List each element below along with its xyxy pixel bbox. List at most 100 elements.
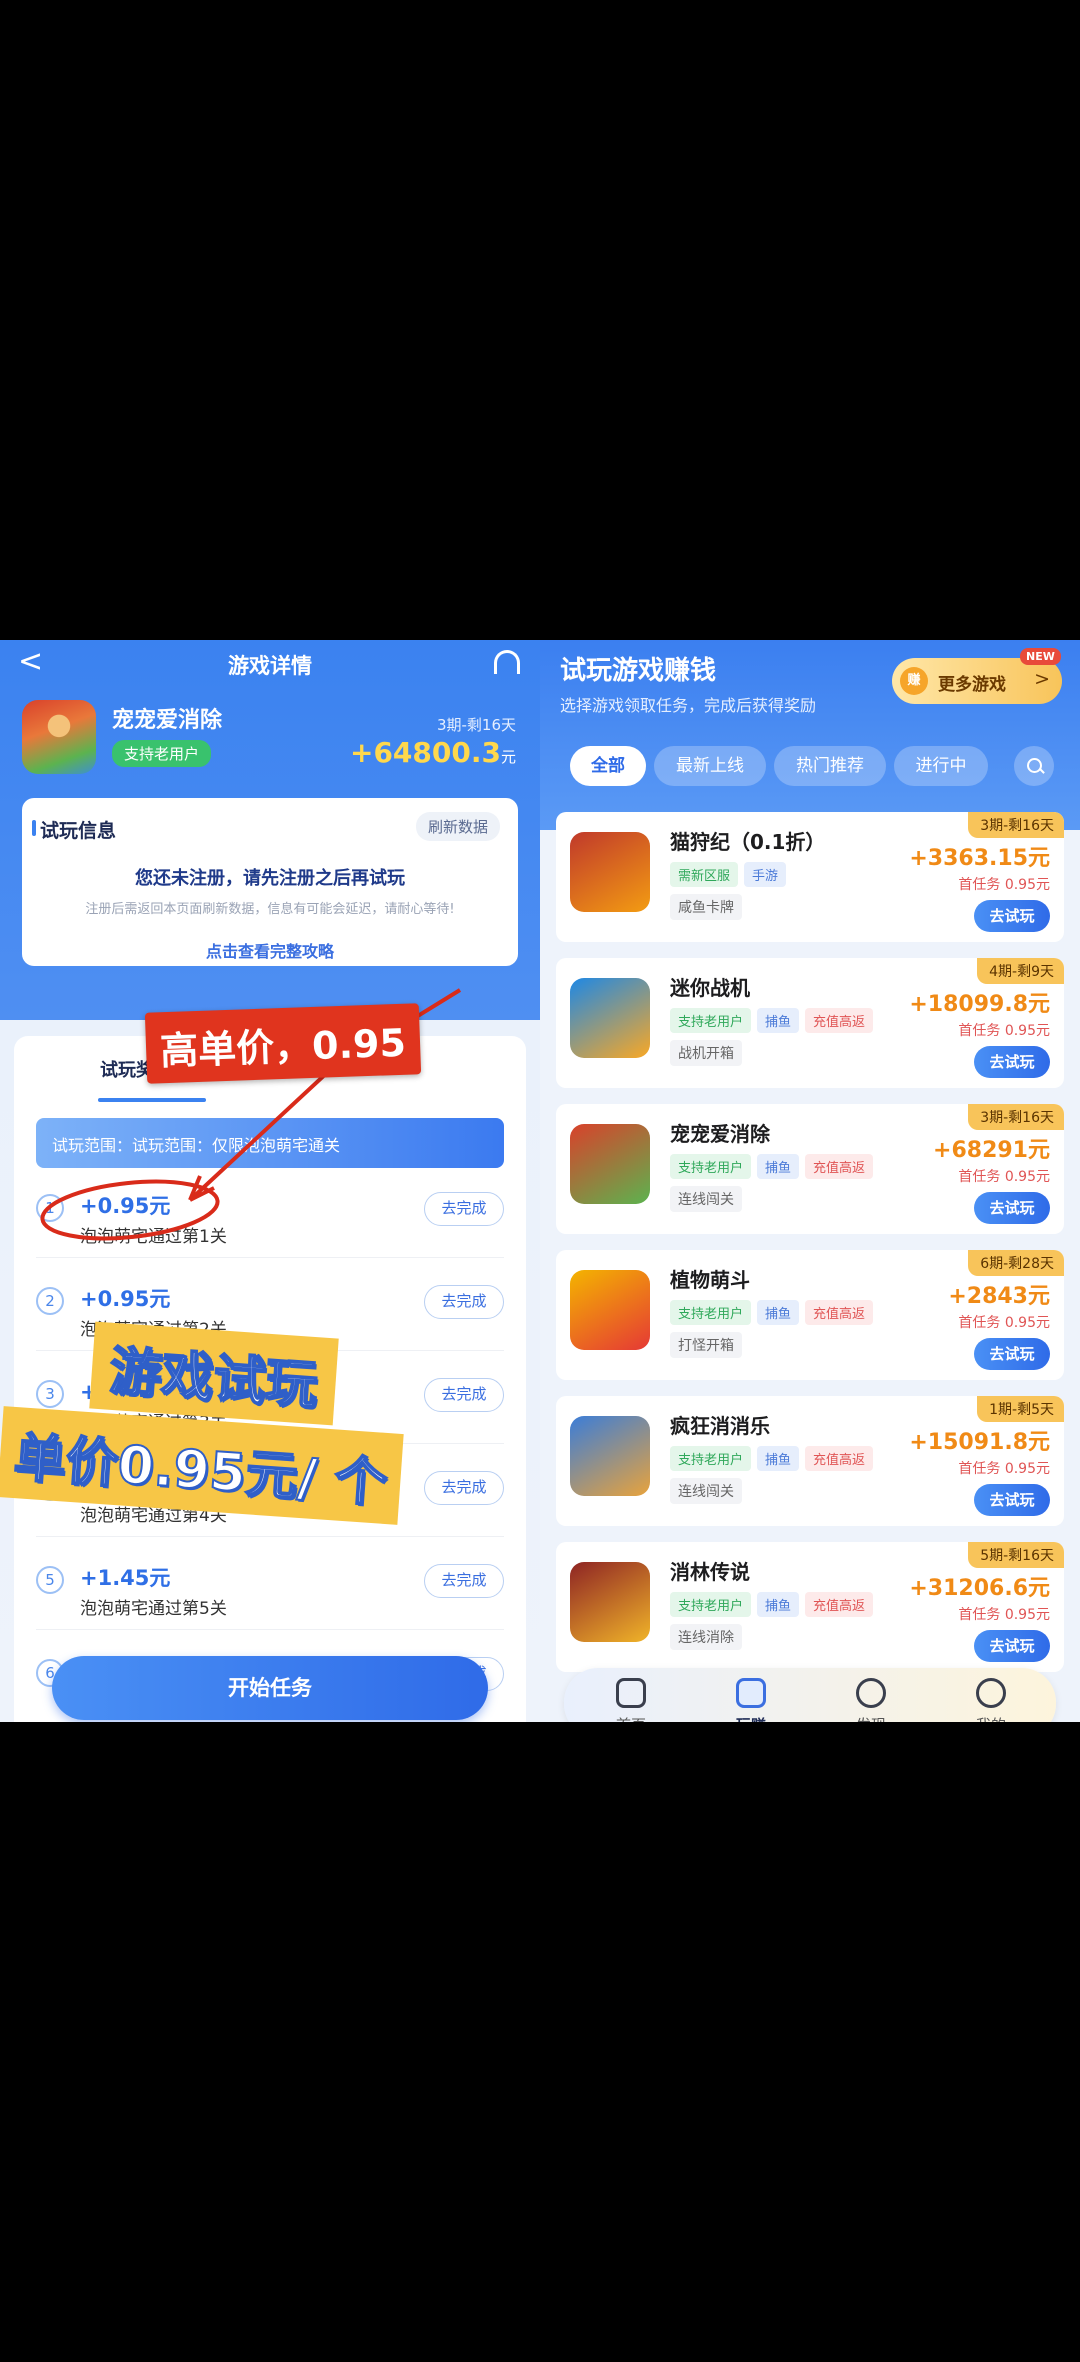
filter-chip-new[interactable]: 最新上线 xyxy=(654,746,766,786)
register-prompt: 您还未注册，请先注册之后再试玩 xyxy=(135,868,405,889)
full-guide-link[interactable]: 点击查看完整攻略 xyxy=(22,938,518,962)
filter-chip-all[interactable]: 全部 xyxy=(570,746,646,786)
game-reward: +68291元 xyxy=(933,1138,1050,1163)
game-tag: 捕鱼 xyxy=(757,1300,800,1325)
game-name: 疯狂消消乐 xyxy=(670,1414,770,1438)
game-tag: 支持老用户 xyxy=(670,1300,752,1325)
trial-info-card: 试玩信息 刷新数据 您还未注册，请先注册之后再试玩 注册后需返回本页面刷新数据，… xyxy=(22,798,518,966)
task-description: 泡泡萌宅通过第1关 xyxy=(80,1227,227,1247)
detail-header: < 游戏详情 xyxy=(0,640,540,686)
period-label: 3期-剩16天 xyxy=(436,716,516,734)
try-play-button[interactable]: 去试玩 xyxy=(974,1338,1050,1370)
game-name: 猫狩纪（0.1折） xyxy=(670,830,826,854)
tab-underline xyxy=(98,1098,206,1102)
go-complete-button[interactable]: 去完成 xyxy=(424,1378,504,1412)
game-card[interactable]: 植物萌斗 支持老用户 捕鱼 充值高返 打怪开箱 6期-剩28天 +2843元 首任务 0.95… xyxy=(556,1250,1064,1380)
list-subtitle: 选择游戏领取任务，完成后获得奖励 xyxy=(560,696,817,715)
period-badge: 5期-剩16天 xyxy=(968,1542,1064,1568)
game-tag: 手游 xyxy=(744,862,787,887)
game-tags: 需新区服 手游 xyxy=(670,862,792,887)
game-card[interactable]: 疯狂消消乐 支持老用户 捕鱼 充值高返 连线闯关 1期-剩5天 +15091.8元 首任务 0… xyxy=(556,1396,1064,1526)
game-tag: 需新区服 xyxy=(670,862,739,887)
game-tag: 充值高返 xyxy=(805,1446,874,1471)
game-reward: +18099.8元 xyxy=(909,992,1050,1017)
compass-icon xyxy=(856,1678,886,1708)
period-badge: 1期-剩5天 xyxy=(977,1396,1064,1422)
try-play-button[interactable]: 去试玩 xyxy=(974,900,1050,932)
filter-chip-hot[interactable]: 热门推荐 xyxy=(774,746,886,786)
reward-amount: +64800.3 xyxy=(349,736,501,769)
try-play-button[interactable]: 去试玩 xyxy=(974,1630,1050,1662)
first-task-reward: 首任务 0.95元 xyxy=(958,1023,1050,1039)
game-name: 植物萌斗 xyxy=(670,1268,750,1292)
chevron-right-icon: > xyxy=(1034,668,1050,690)
nav-item-home[interactable]: 首页 xyxy=(576,1668,686,1722)
first-task-reward: 首任务 0.95元 xyxy=(958,1461,1050,1477)
game-name: 迷你战机 xyxy=(670,976,750,1000)
game-card[interactable]: 猫狩纪（0.1折） 需新区服 手游 咸鱼卡牌 3期-剩16天 +3363.15元 首任务 0… xyxy=(556,812,1064,942)
bottom-nav: 首页 玩赚 发现 我的 xyxy=(564,1668,1056,1722)
game-card[interactable]: 消林传说 支持老用户 捕鱼 充值高返 连线消除 5期-剩16天 +31206.6元 首任务 0… xyxy=(556,1542,1064,1672)
task-number: 1 xyxy=(36,1194,64,1222)
go-complete-button[interactable]: 去完成 xyxy=(424,1192,504,1226)
game-card[interactable]: 宠宠爱消除 支持老用户 捕鱼 充值高返 连线闯关 3期-剩16天 +68291元 首任务 0.… xyxy=(556,1104,1064,1234)
period-badge: 3期-剩16天 xyxy=(968,812,1064,838)
first-task-reward: 首任务 0.95元 xyxy=(958,1169,1050,1185)
game-detail-panel: < 游戏详情 宠宠爱消除 支持老用户 3期-剩16天 +64800.3元 试玩信… xyxy=(0,640,540,1722)
game-tag: 支持老用户 xyxy=(670,1154,752,1179)
task-description: 泡泡萌宅通过第5关 xyxy=(80,1599,227,1619)
task-amount: +1.45元 xyxy=(80,1566,171,1590)
game-category: 连线消除 xyxy=(670,1624,742,1650)
game-icon xyxy=(22,700,96,774)
list-title: 试玩游戏赚钱 xyxy=(560,656,717,686)
task-number: 5 xyxy=(36,1566,64,1594)
game-name: 宠宠爱消除 xyxy=(112,708,223,733)
try-play-button[interactable]: 去试玩 xyxy=(974,1192,1050,1224)
try-play-button[interactable]: 去试玩 xyxy=(974,1484,1050,1516)
trial-info-title: 试玩信息 xyxy=(31,816,116,843)
task-row: 1 +0.95元泡泡萌宅通过第1关 去完成 xyxy=(36,1178,504,1258)
task-number: 3 xyxy=(36,1380,64,1408)
game-trial-label: 游戏试玩 xyxy=(89,1321,339,1426)
game-tag: 捕鱼 xyxy=(757,1008,800,1033)
game-tags: 支持老用户 捕鱼 充值高返 xyxy=(670,1008,879,1033)
game-category: 战机开箱 xyxy=(670,1040,742,1066)
nav-label: 玩赚 xyxy=(696,1714,806,1722)
game-card[interactable]: 迷你战机支持老用户 捕鱼 充值高返 战机开箱 4期-剩9天 +18099.8元首任务 0.… xyxy=(556,958,1064,1088)
game-tag: 捕鱼 xyxy=(757,1446,800,1471)
nav-item-discover[interactable]: 发现 xyxy=(816,1668,926,1722)
game-tag: 充值高返 xyxy=(805,1154,874,1179)
game-category: 连线闯关 xyxy=(670,1186,742,1212)
go-complete-button[interactable]: 去完成 xyxy=(424,1285,504,1319)
task-row: 5 +1.45元泡泡萌宅通过第5关 去完成 xyxy=(36,1550,504,1630)
game-icon xyxy=(570,1416,650,1496)
search-icon[interactable] xyxy=(1014,746,1054,786)
task-amount: +0.95元 xyxy=(80,1287,171,1311)
page-title: 游戏详情 xyxy=(228,654,312,678)
filter-chip-ongoing[interactable]: 进行中 xyxy=(894,746,988,786)
game-reward: +2843元 xyxy=(948,1284,1050,1309)
game-icon xyxy=(570,1562,650,1642)
period-badge: 6期-剩28天 xyxy=(968,1250,1064,1276)
support-old-user-badge: 支持老用户 xyxy=(112,740,212,767)
refresh-data-button[interactable]: 刷新数据 xyxy=(415,812,500,841)
go-complete-button[interactable]: 去完成 xyxy=(424,1471,504,1505)
start-task-button[interactable]: 开始任务 xyxy=(52,1656,488,1720)
try-play-button[interactable]: 去试玩 xyxy=(974,1046,1050,1078)
nav-label: 发现 xyxy=(816,1714,926,1722)
task-amount: +0.95元 xyxy=(80,1194,171,1218)
period-badge: 4期-剩9天 xyxy=(977,958,1064,984)
high-price-label: 高单价，0.95 xyxy=(144,1003,421,1084)
game-tag: 充值高返 xyxy=(805,1592,874,1617)
trial-scope-bar: 试玩范围：试玩范围：仅限泡泡萌宅通关 xyxy=(36,1118,504,1168)
go-complete-button[interactable]: 去完成 xyxy=(424,1564,504,1598)
screenshot-frame: < 游戏详情 宠宠爱消除 支持老用户 3期-剩16天 +64800.3元 试玩信… xyxy=(0,640,1080,1722)
nav-item-earn[interactable]: 玩赚 xyxy=(696,1668,806,1722)
earn-icon xyxy=(736,1678,766,1708)
more-games-label: 更多游戏 xyxy=(938,675,1006,695)
headset-icon[interactable] xyxy=(494,650,520,674)
game-tags: 支持老用户 捕鱼 充值高返 xyxy=(670,1592,879,1617)
task-number: 2 xyxy=(36,1287,64,1315)
game-tags: 支持老用户 捕鱼 充值高返 xyxy=(670,1446,879,1471)
nav-item-mine[interactable]: 我的 xyxy=(936,1668,1046,1722)
